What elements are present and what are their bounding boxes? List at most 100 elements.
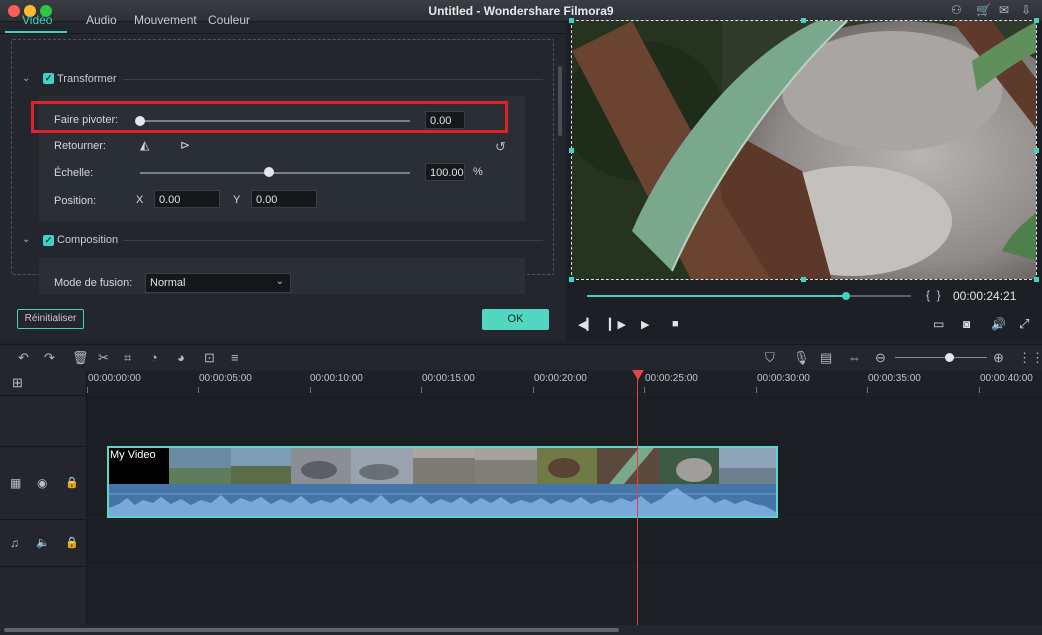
zoom-in-icon[interactable]: ⊕	[993, 350, 1004, 366]
clip-thumbnails	[109, 448, 776, 516]
crop-icon[interactable]: ⌗	[124, 350, 131, 366]
scale-slider-track[interactable]	[140, 172, 410, 174]
ruler-tick	[87, 387, 88, 393]
scale-unit: %	[473, 166, 483, 178]
position-y-label: Y	[233, 194, 241, 206]
resize-handle[interactable]	[801, 277, 806, 282]
play-icon[interactable]: ▶	[641, 318, 649, 331]
resize-handle[interactable]	[569, 277, 574, 282]
transform-checkbox[interactable]: ✓	[43, 73, 54, 84]
video-preview[interactable]	[571, 20, 1037, 280]
properties-scrollbar[interactable]	[558, 66, 562, 136]
resize-handle[interactable]	[1034, 277, 1039, 282]
speed-icon[interactable]: ◔	[150, 350, 158, 365]
voiceover-icon[interactable]: 🎙	[793, 350, 810, 366]
composition-section-title: Composition	[57, 234, 119, 246]
chevron-down-icon[interactable]: ⌄	[22, 73, 30, 84]
empty-track[interactable]	[87, 396, 1042, 446]
tab-color[interactable]: Couleur	[208, 13, 250, 27]
next-frame-icon[interactable]: ▎▶	[609, 318, 626, 331]
tab-audio[interactable]: Audio	[86, 13, 117, 27]
preview-progress-knob[interactable]	[842, 292, 850, 300]
position-x-input[interactable]: 0.00	[154, 190, 220, 208]
chevron-down-icon[interactable]: ⌄	[22, 234, 30, 245]
lock-icon[interactable]: 🔒	[65, 536, 79, 549]
lock-icon[interactable]: 🔒	[65, 476, 79, 489]
resize-handle[interactable]	[801, 18, 806, 23]
resize-handle[interactable]	[1034, 18, 1039, 23]
download-icon[interactable]: ⇩	[1021, 3, 1031, 17]
tab-video[interactable]: Vidéo	[22, 13, 52, 27]
ruler-label: 00:00:15:00	[422, 373, 475, 384]
display-settings-icon[interactable]: ▭	[933, 317, 944, 331]
scale-slider-knob[interactable]	[264, 167, 274, 177]
track-separator	[0, 566, 87, 567]
undo-icon[interactable]: ↶	[18, 350, 29, 366]
add-track-icon[interactable]: ⊞	[12, 375, 23, 391]
resize-handle[interactable]	[569, 18, 574, 23]
position-x-label: X	[136, 194, 144, 206]
color-icon[interactable]: ◕	[177, 350, 185, 365]
reset-rotation-icon[interactable]: ↺	[495, 139, 506, 155]
eye-icon[interactable]: ◉	[37, 476, 47, 490]
ruler-tick	[198, 387, 199, 393]
composition-checkbox[interactable]: ✓	[43, 235, 54, 246]
track-headers	[0, 371, 87, 635]
section-divider	[123, 79, 543, 80]
ruler-tick	[644, 387, 645, 393]
mark-in-out-icon[interactable]: { }	[926, 288, 941, 302]
volume-icon[interactable]: 🔊	[991, 317, 1006, 331]
audio-mixer-icon[interactable]: ▤	[820, 350, 832, 366]
ruler-tick	[533, 387, 534, 393]
redo-icon[interactable]: ↷	[44, 350, 55, 366]
flip-horizontal-icon[interactable]: ◭	[140, 138, 149, 152]
track-options-icon[interactable]: ⋮⋮	[1018, 350, 1042, 366]
ok-button[interactable]: OK	[482, 309, 549, 330]
flip-vertical-icon[interactable]: ⊳	[180, 138, 190, 152]
cart-icon[interactable]: 🛒	[976, 3, 991, 17]
previous-frame-icon[interactable]: ◀▎	[578, 318, 595, 331]
ruler-label: 00:00:05:00	[199, 373, 252, 384]
timeline-scrollbar[interactable]	[4, 628, 619, 632]
ruler-label: 00:00:10:00	[310, 373, 363, 384]
audio-adjust-icon[interactable]: ≡	[231, 350, 239, 365]
koala-frame	[572, 21, 1036, 279]
stop-icon[interactable]: ■	[672, 318, 679, 330]
track-separator	[0, 395, 87, 396]
track-separator	[0, 446, 87, 447]
ruler-tick	[756, 387, 757, 393]
position-y-input[interactable]: 0.00	[251, 190, 317, 208]
timeline-empty-area[interactable]	[87, 567, 1042, 628]
zoom-slider-track[interactable]	[895, 357, 987, 358]
playhead-handle[interactable]	[632, 370, 644, 380]
ruler-label: 00:00:40:00	[980, 373, 1033, 384]
ruler-tick	[421, 387, 422, 393]
volume-icon[interactable]: 🔈	[36, 536, 50, 549]
preview-timecode: 00:00:24:21	[953, 289, 1017, 303]
highlight-box	[31, 101, 508, 133]
ruler-tick	[867, 387, 868, 393]
tab-divider	[0, 33, 566, 34]
cut-icon[interactable]: ✂	[98, 350, 109, 366]
green-screen-icon[interactable]: ⊡	[204, 350, 215, 366]
account-icon[interactable]: ⚇	[951, 3, 962, 17]
playhead-line	[637, 378, 638, 625]
clip-title: My Video	[110, 449, 156, 461]
mail-icon[interactable]: ✉	[999, 3, 1009, 17]
zoom-out-icon[interactable]: ⊖	[875, 350, 886, 366]
marker-icon[interactable]: ⛉	[765, 350, 775, 366]
blend-mode-select[interactable]: Normal ⌄	[145, 273, 291, 293]
ruler-tick	[979, 387, 980, 393]
delete-icon[interactable]: 🗑	[72, 350, 89, 366]
resize-handle[interactable]	[569, 148, 574, 153]
snapshot-icon[interactable]: ◙	[963, 317, 970, 331]
fullscreen-icon[interactable]: ⤢	[1019, 316, 1029, 332]
scale-input[interactable]: 100.00	[425, 163, 465, 181]
tab-motion[interactable]: Mouvement	[134, 13, 197, 27]
video-clip[interactable]: My Video	[107, 446, 778, 518]
resize-handle[interactable]	[1034, 148, 1039, 153]
reset-button[interactable]: Réinitialiser	[17, 309, 84, 329]
zoom-slider-knob[interactable]	[945, 353, 954, 362]
fit-timeline-icon[interactable]: ⇔	[848, 350, 861, 365]
music-track[interactable]	[87, 520, 1042, 566]
